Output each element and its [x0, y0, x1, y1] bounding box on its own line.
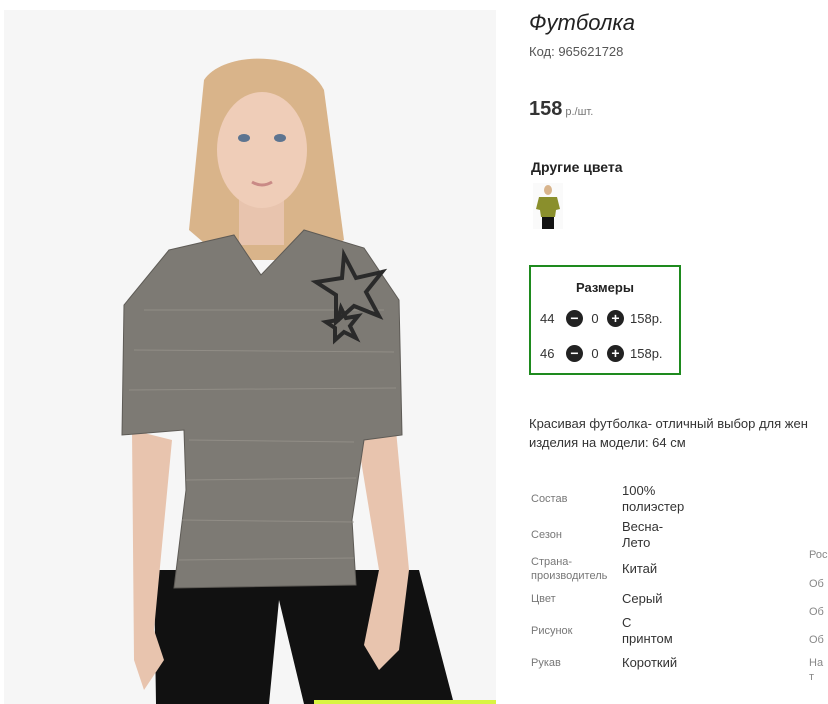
plus-circle-icon[interactable]: +	[607, 344, 624, 362]
size-price: 158р.	[630, 345, 663, 361]
spec-label-line: Страна-	[531, 556, 573, 568]
spec-extra-5: На	[809, 657, 824, 669]
sizes-panel: Размеры 44 − 0 + 158р. 46 − 0 + 158р.	[529, 265, 681, 375]
spec-value-line: 100%	[622, 483, 656, 498]
swatch-thumbnail	[533, 183, 563, 229]
spec-label-composition: Состав	[531, 493, 568, 505]
plus-circle-icon[interactable]: +	[607, 309, 624, 327]
spec-value-line: Лето	[622, 535, 651, 550]
minus-circle-icon[interactable]: −	[566, 309, 583, 327]
spec-value-line: Весна-	[622, 519, 664, 534]
sizes-title: Размеры	[576, 280, 634, 295]
product-code: Код: 965621728	[529, 44, 624, 59]
other-colors-title: Другие цвета	[531, 159, 623, 175]
price-unit: р./шт.	[565, 106, 594, 118]
spec-value-pattern: С принтом	[622, 615, 702, 647]
product-title: Футболка	[529, 10, 635, 35]
size-label: 44	[540, 310, 555, 326]
spec-extra-3: Об	[809, 606, 824, 618]
spec-label-season: Сезон	[531, 529, 562, 541]
color-swatch-olive[interactable]	[533, 183, 563, 229]
product-photo-illustration	[4, 10, 496, 704]
spec-label-pattern: Рисунок	[531, 625, 573, 637]
spec-value-color: Серый	[622, 591, 663, 606]
spec-extra-1: Рос	[809, 549, 828, 561]
description-line-1: Красивая футболка- отличный выбор для же…	[529, 416, 808, 431]
spec-value-line: С	[622, 615, 632, 630]
spec-value-sleeve: Короткий	[622, 655, 678, 670]
spec-label-country: Страна- производитель	[531, 555, 607, 583]
spec-extra-6: т	[809, 671, 815, 683]
size-row-46: 46 − 0 + 158р.	[540, 342, 663, 364]
spec-label-sleeve: Рукав	[531, 657, 561, 669]
spec-value-composition: 100% полиэстер	[622, 483, 702, 515]
spec-value-season: Весна- Лето	[622, 519, 702, 551]
spec-label-color: Цвет	[531, 593, 556, 605]
price-value: 158	[529, 98, 563, 120]
product-price: 158 р./шт.	[529, 98, 593, 121]
spec-extra-4: Об	[809, 634, 824, 646]
spec-extra-2: Об	[809, 578, 824, 590]
description-line-2: изделия на модели: 64 см	[529, 435, 686, 450]
size-label: 46	[540, 345, 555, 361]
size-row-44: 44 − 0 + 158р.	[540, 307, 663, 329]
quantity-value: 0	[591, 310, 599, 326]
product-photo[interactable]	[4, 10, 496, 704]
size-price: 158р.	[630, 310, 663, 326]
spec-label-line: производитель	[531, 570, 608, 582]
minus-circle-icon[interactable]: −	[566, 344, 583, 362]
spec-value-line: полиэстер	[622, 499, 685, 514]
spec-value-line: принтом	[622, 631, 673, 646]
spec-value-country: Китай	[622, 561, 658, 576]
product-description: Красивая футболка- отличный выбор для же…	[529, 414, 828, 452]
quantity-value: 0	[591, 345, 599, 361]
